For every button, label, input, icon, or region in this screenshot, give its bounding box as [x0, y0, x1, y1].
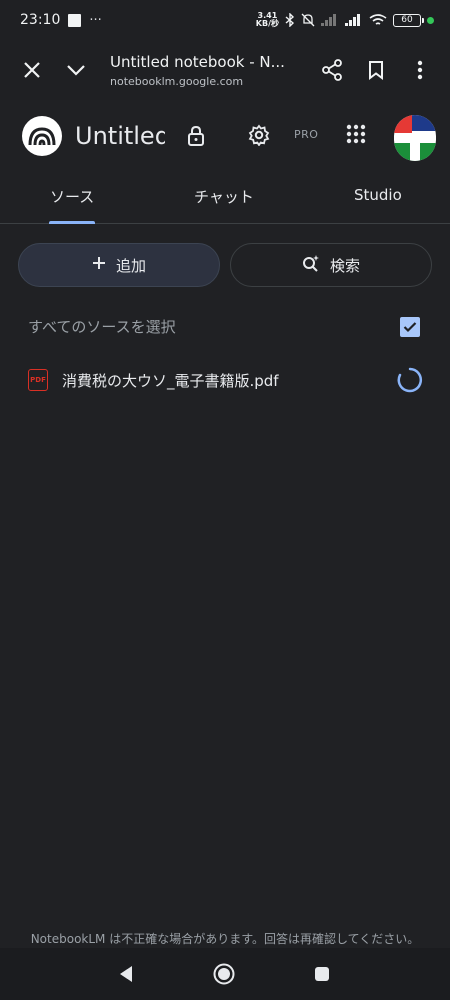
battery-level: 60	[401, 15, 413, 25]
network-speed-unit: KB/秒	[255, 19, 279, 28]
tab-studio[interactable]: Studio	[354, 186, 402, 204]
settings-icon[interactable]	[248, 124, 270, 146]
battery-icon: 60	[393, 13, 424, 27]
source-item[interactable]: PDF 消費税の大ウソ_電子書籍版.pdf	[28, 366, 428, 394]
disclaimer-text: NotebookLM は不正確な場合があります。回答は再確認してください。	[30, 932, 420, 946]
more-vert-icon[interactable]	[398, 48, 442, 92]
system-nav-bar	[0, 948, 450, 1000]
status-bar: 23:10 ··· 3.41 KB/秒 60	[0, 0, 450, 40]
browser-title-area[interactable]: Untitled notebook - N... notebooklm.goog…	[98, 53, 310, 88]
plus-icon	[92, 256, 106, 274]
select-all-label: すべてのソースを選択	[28, 318, 176, 336]
pdf-icon: PDF	[28, 369, 48, 391]
lock-icon[interactable]	[186, 124, 206, 148]
bookmark-icon[interactable]	[354, 48, 398, 92]
add-source-label: 追加	[115, 256, 146, 275]
pro-badge: PRO	[294, 128, 319, 141]
recents-icon[interactable]	[310, 962, 334, 986]
search-sparkle-icon	[302, 254, 320, 276]
tab-chat[interactable]: チャット	[194, 186, 254, 207]
pdf-icon-label: PDF	[30, 376, 46, 384]
browser-url: notebooklm.google.com	[110, 74, 244, 88]
loading-spinner	[396, 366, 424, 394]
share-icon[interactable]	[310, 48, 354, 92]
signal-sim2-icon	[345, 14, 363, 26]
active-tab-indicator	[49, 221, 95, 224]
search-sources-label: 検索	[329, 256, 360, 275]
close-icon[interactable]	[10, 48, 54, 92]
tab-sources[interactable]: ソース	[50, 186, 94, 207]
search-sources-button[interactable]: 検索	[230, 243, 432, 287]
notebooklm-logo[interactable]	[22, 116, 62, 156]
add-source-button[interactable]: 追加	[18, 243, 220, 287]
network-speed: 3.41 KB/秒	[256, 12, 279, 28]
signal-sim1-icon	[321, 14, 339, 26]
home-icon[interactable]	[212, 962, 236, 986]
apps-grid-icon[interactable]	[346, 124, 366, 144]
back-icon[interactable]	[114, 962, 138, 986]
app-header: Untitled PRO	[0, 100, 450, 172]
privacy-indicator	[427, 16, 434, 24]
status-time: 23:10	[20, 12, 61, 28]
source-name: 消費税の大ウソ_電子書籍版.pdf	[62, 371, 279, 390]
more-notifications-icon: ···	[89, 12, 102, 28]
notebook-title[interactable]: Untitled	[75, 122, 165, 150]
screen-record-icon	[68, 13, 82, 27]
browser-page-title: Untitled notebook - N...	[110, 52, 285, 71]
tab-bar: ソース チャット Studio	[0, 172, 450, 224]
mute-icon	[301, 13, 315, 27]
wifi-icon	[369, 13, 387, 27]
avatar[interactable]	[394, 115, 436, 161]
browser-bar: Untitled notebook - N... notebooklm.goog…	[0, 40, 450, 100]
bluetooth-icon	[285, 13, 295, 27]
select-all-checkbox[interactable]	[400, 317, 420, 337]
chevron-down-icon[interactable]	[54, 48, 98, 92]
